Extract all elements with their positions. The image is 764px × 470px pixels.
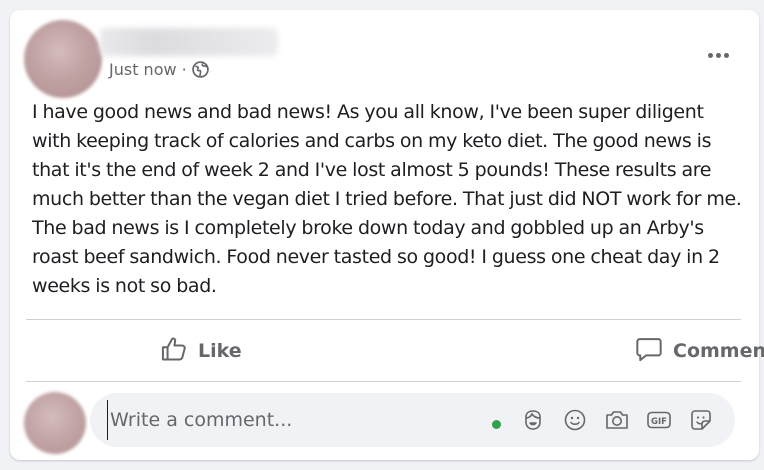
sticker-icon[interactable]	[687, 406, 715, 434]
post-actions: Like Comment	[26, 321, 764, 381]
post-meta: Just now ·	[109, 60, 209, 79]
speech-bubble-icon	[635, 335, 663, 368]
public-globe-icon[interactable]	[191, 61, 209, 78]
post-timestamp[interactable]: Just now	[109, 60, 177, 79]
like-button[interactable]: Like	[26, 321, 380, 381]
viewer-avatar[interactable]	[24, 392, 86, 454]
comment-input[interactable]	[107, 400, 490, 440]
comment-composer: GIF	[24, 392, 740, 454]
author-avatar[interactable]	[24, 20, 102, 98]
camera-icon[interactable]	[603, 406, 631, 434]
post-body-text: I have good news and bad news! As you al…	[32, 101, 742, 297]
like-label: Like	[198, 340, 242, 362]
svg-text:GIF: GIF	[651, 417, 667, 427]
comment-label: Comment	[673, 340, 764, 362]
author-name-redacted[interactable]	[100, 28, 278, 56]
comment-button[interactable]: Comment	[380, 321, 764, 381]
emoji-icon[interactable]	[561, 406, 589, 434]
composer-tools: GIF	[519, 406, 715, 434]
online-status-dot	[492, 419, 501, 429]
gif-icon[interactable]: GIF	[645, 406, 673, 434]
meta-separator: ·	[181, 60, 187, 79]
divider-top	[26, 319, 741, 320]
post-card: Just now · I have good news and bad news…	[10, 10, 764, 460]
comment-box: GIF	[90, 393, 735, 447]
more-options-icon[interactable]	[703, 43, 733, 67]
divider-bottom	[26, 381, 741, 382]
avatar-sticker-icon[interactable]	[519, 406, 547, 434]
thumbs-up-icon	[160, 335, 188, 368]
